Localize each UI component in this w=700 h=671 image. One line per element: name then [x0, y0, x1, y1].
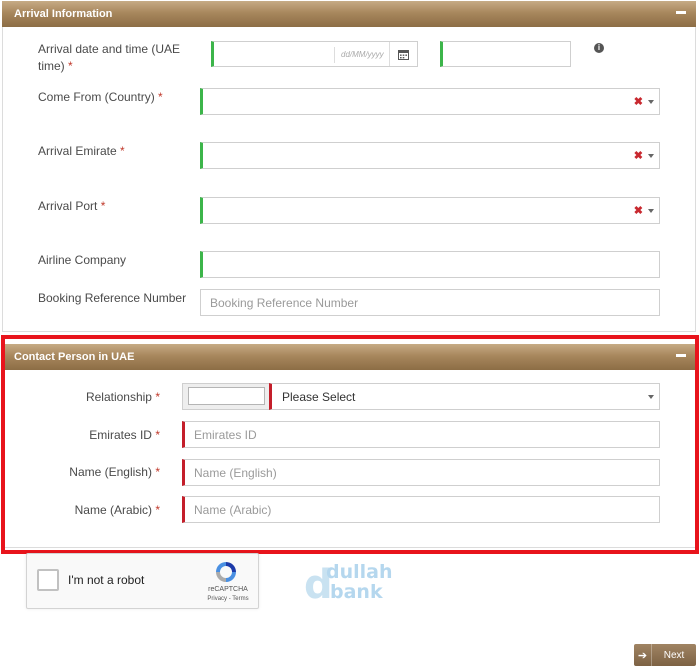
chevron-down-icon — [648, 100, 654, 104]
required-mark: * — [68, 59, 73, 73]
recaptcha-terms[interactable]: Privacy - Terms — [203, 596, 253, 602]
info-icon[interactable]: i — [594, 43, 604, 53]
airline-label: Airline Company — [38, 253, 127, 267]
collapse-icon[interactable] — [676, 11, 686, 14]
arrival-information-title: Arrival Information — [14, 8, 113, 20]
airline-input[interactable] — [200, 251, 660, 278]
port-select[interactable]: ✖ — [200, 197, 660, 224]
arrival-time-input[interactable] — [440, 41, 571, 67]
clear-icon[interactable]: ✖ — [634, 95, 643, 108]
name-arabic-placeholder: Name (Arabic) — [194, 502, 272, 517]
relationship-code-input[interactable] — [188, 387, 265, 405]
booking-input[interactable]: Booking Reference Number — [200, 289, 660, 316]
emirate-select[interactable]: ✖ — [200, 142, 660, 169]
calendar-icon[interactable] — [389, 42, 417, 66]
clear-icon[interactable]: ✖ — [634, 149, 643, 162]
recaptcha-widget: I'm not a robot reCAPTCHA Privacy - Term… — [26, 553, 259, 609]
name-arabic-input[interactable]: Name (Arabic) — [182, 496, 660, 523]
name-english-placeholder: Name (English) — [194, 465, 277, 480]
name-english-label: Name (English) * — [69, 465, 160, 479]
emirates-id-input[interactable]: Emirates ID — [182, 421, 660, 448]
booking-label: Booking Reference Number — [38, 291, 187, 305]
port-label: Arrival Port * — [38, 199, 106, 213]
arrival-information-header[interactable]: Arrival Information — [2, 1, 696, 27]
watermark-logo: d dullah bank — [304, 561, 393, 602]
chevron-down-icon — [648, 154, 654, 158]
name-english-input[interactable]: Name (English) — [182, 459, 660, 486]
relationship-code-box — [182, 383, 270, 410]
recaptcha-label: I'm not a robot — [68, 573, 145, 587]
svg-text:bank: bank — [330, 581, 383, 602]
emirates-id-placeholder: Emirates ID — [194, 427, 257, 442]
country-select[interactable]: ✖ — [200, 88, 660, 115]
emirates-id-label: Emirates ID * — [89, 428, 160, 442]
emirate-label: Arrival Emirate * — [38, 144, 125, 158]
svg-text:dullah: dullah — [326, 561, 393, 583]
name-arabic-label: Name (Arabic) * — [74, 503, 160, 517]
clear-icon[interactable]: ✖ — [634, 204, 643, 217]
chevron-down-icon — [648, 209, 654, 213]
arrow-right-icon: ➔ — [634, 644, 652, 666]
arrival-date-label: Arrival date and time (UAE time) * — [38, 42, 181, 73]
relationship-select[interactable]: Please Select — [269, 383, 660, 410]
collapse-icon[interactable] — [676, 354, 686, 357]
recaptcha-logo-icon — [216, 562, 236, 582]
booking-placeholder: Booking Reference Number — [210, 295, 359, 310]
date-placeholder: dd/MM/yyyy — [341, 50, 384, 59]
chevron-down-icon — [648, 395, 654, 399]
country-label: Come From (Country) * — [38, 90, 163, 104]
next-button[interactable]: ➔ Next — [634, 644, 696, 666]
arrival-date-input[interactable]: dd/MM/yyyy — [211, 41, 418, 67]
recaptcha-checkbox[interactable] — [37, 569, 59, 591]
next-label: Next — [663, 649, 685, 661]
relationship-label: Relationship * — [85, 390, 160, 404]
recaptcha-brand: reCAPTCHA — [208, 586, 248, 593]
relationship-value: Please Select — [282, 389, 356, 404]
contact-person-title: Contact Person in UAE — [14, 351, 135, 363]
contact-person-header[interactable]: Contact Person in UAE — [2, 344, 696, 370]
